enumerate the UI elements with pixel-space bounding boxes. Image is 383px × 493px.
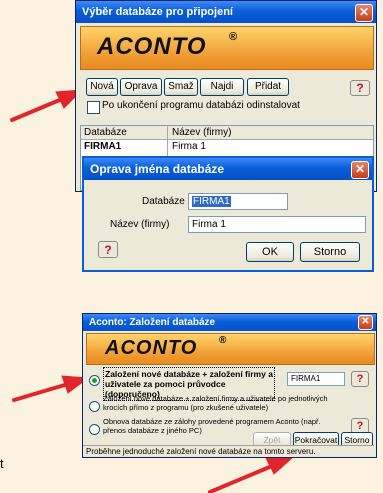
- option-manual-label: Založení nové databáze + založení firmy …: [103, 394, 328, 412]
- window-titlebar: Výběr databáze pro připojení ✕: [76, 1, 376, 23]
- dialog-title: Oprava jména databáze: [90, 162, 225, 176]
- window2-help-button-1[interactable]: ?: [351, 371, 369, 387]
- uninstall-checkbox-label: Po ukončení programu databázi odinstalov…: [102, 100, 300, 111]
- logo-text-2: ACONTO: [105, 337, 198, 359]
- aconto-logo: ACONTO ®: [80, 26, 374, 70]
- rename-database-dialog: Oprava jména databáze ✕ Databáze FIRMA1 …: [82, 156, 374, 272]
- table-cell-database: FIRMA1: [84, 141, 122, 152]
- uninstall-checkbox[interactable]: [87, 101, 100, 114]
- create-database-window: Aconto: Založení databáze ✕ ACONTO ® Zal…: [82, 313, 377, 458]
- column-header-database[interactable]: Databáze: [84, 126, 127, 139]
- table-header: Databáze Název (firmy): [81, 126, 373, 140]
- dialog-close-icon[interactable]: ✕: [351, 161, 369, 179]
- database-name-field[interactable]: FIRMA1: [287, 372, 345, 386]
- ok-button[interactable]: OK: [246, 242, 294, 262]
- dialog-help-button[interactable]: ?: [98, 241, 118, 258]
- window2-titlebar: Aconto: Založení databáze ✕: [83, 314, 376, 331]
- delete-button[interactable]: Smaž: [164, 78, 198, 96]
- logo-registered-mark: ®: [229, 31, 238, 43]
- add-button[interactable]: Přidat: [247, 78, 289, 96]
- company-name-value: Firma 1: [192, 219, 226, 230]
- close-icon[interactable]: ✕: [355, 4, 373, 22]
- edit-button[interactable]: Oprava: [120, 78, 162, 96]
- aconto-logo-2: ACONTO ®: [86, 333, 375, 365]
- database-label: Databáze: [142, 196, 185, 207]
- status-bar: Proběhne jednoduché založení nové databá…: [83, 445, 374, 457]
- option-manual-radio[interactable]: [89, 401, 100, 412]
- logo-registered-mark-2: ®: [219, 335, 227, 346]
- new-button[interactable]: Nová: [86, 78, 118, 96]
- option-restore-radio[interactable]: [89, 424, 100, 435]
- table-row[interactable]: FIRMA1 Firma 1: [81, 140, 373, 153]
- company-name-field[interactable]: Firma 1: [188, 216, 366, 233]
- window2-close-icon[interactable]: ✕: [358, 315, 373, 330]
- option-wizard-radio[interactable]: [89, 375, 100, 386]
- find-button[interactable]: Najdi: [200, 78, 244, 96]
- window2-title: Aconto: Založení databáze: [89, 317, 216, 328]
- table-cell-company: Firma 1: [172, 141, 206, 152]
- left-text-fragment: t: [0, 456, 4, 471]
- window-title: Výběr databáze pro připojení: [82, 6, 233, 18]
- dialog-titlebar: Oprava jména databáze ✕: [84, 158, 372, 180]
- status-text: Proběhne jednoduché založení nové databá…: [86, 447, 316, 456]
- database-field-value: FIRMA1: [192, 196, 231, 207]
- cancel-button[interactable]: Storno: [300, 242, 360, 262]
- help-button[interactable]: ?: [350, 80, 370, 96]
- company-name-label: Název (firmy): [110, 219, 170, 230]
- column-header-company[interactable]: Název (firmy): [172, 126, 231, 139]
- database-name-value: FIRMA1: [291, 374, 321, 383]
- logo-text: ACONTO: [97, 33, 207, 60]
- database-field[interactable]: FIRMA1: [188, 193, 288, 210]
